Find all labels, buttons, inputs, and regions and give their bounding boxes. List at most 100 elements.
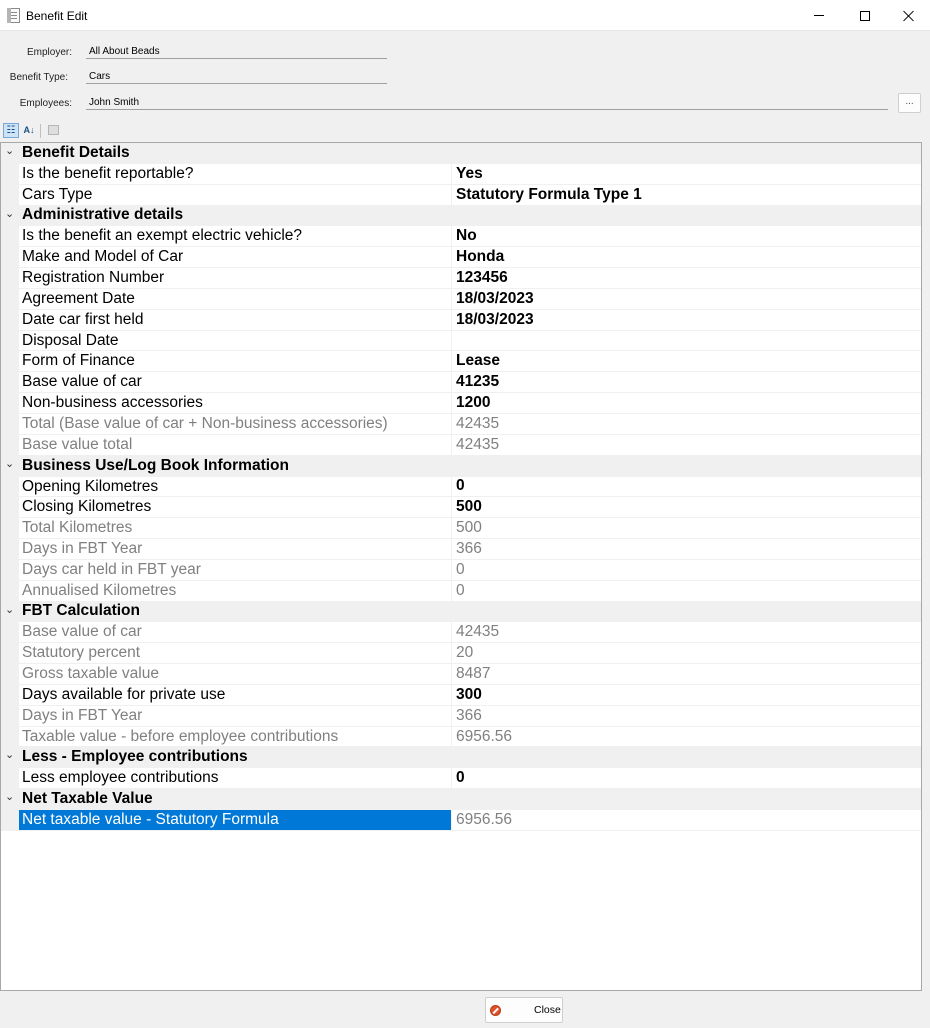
property-pages-icon[interactable] (45, 123, 61, 138)
property-value: 366 (456, 706, 482, 724)
toolbar-separator (40, 124, 41, 138)
property-name: Total Kilometres (19, 518, 452, 539)
minimize-icon (814, 15, 824, 16)
property-name: Net taxable value - Statutory Formula (19, 810, 452, 830)
category-row[interactable]: ⌄ FBT Calculation (1, 601, 921, 623)
property-row[interactable]: Agreement Date 18/03/2023 (1, 288, 921, 310)
property-value[interactable]: Lease (452, 351, 500, 371)
maximize-icon (860, 10, 870, 21)
property-row[interactable]: Days in FBT Year 366 (1, 539, 921, 560)
property-row[interactable]: Date car first held 18/03/2023 (1, 309, 921, 331)
close-button[interactable]: Close (485, 997, 563, 1023)
property-value[interactable]: 300 (452, 685, 482, 705)
row-gutter (1, 413, 19, 434)
property-row[interactable]: Base value of car 42435 (1, 622, 921, 644)
property-value[interactable]: Honda (452, 247, 504, 267)
property-row[interactable]: Annualised Kilometres 0 (1, 580, 921, 602)
category-row[interactable]: ⌄ Net Taxable Value (1, 789, 921, 810)
property-row[interactable]: Opening Kilometres 0 (1, 476, 921, 498)
category-label: Less - Employee contributions (22, 748, 248, 766)
property-row[interactable]: Disposal Date (1, 330, 921, 352)
collapse-chevron-icon[interactable]: ⌄ (5, 144, 14, 157)
row-gutter (1, 163, 19, 184)
property-row[interactable]: Net taxable value - Statutory Formula 695… (1, 810, 921, 831)
row-gutter (1, 580, 19, 601)
property-grid[interactable]: ⌄ Benefit Details Is the benefit reportabl… (0, 142, 922, 991)
property-value: 0 (456, 581, 465, 599)
property-row[interactable]: Days available for private use 300 (1, 684, 921, 706)
collapse-chevron-icon[interactable]: ⌄ (5, 748, 14, 761)
property-row[interactable]: Taxable value - before employee contribu… (1, 726, 921, 748)
property-name: Base value of car (19, 372, 452, 393)
maximize-button[interactable] (842, 0, 888, 31)
row-gutter (1, 684, 19, 705)
category-label: FBT Calculation (22, 602, 140, 620)
property-name: Days car held in FBT year (19, 559, 452, 580)
property-name: Cars Type (19, 184, 452, 205)
property-row[interactable]: Is the benefit reportable? Yes (1, 163, 921, 185)
property-row[interactable]: Form of Finance Lease (1, 351, 921, 373)
category-row[interactable]: ⌄ Benefit Details (1, 143, 921, 164)
benefit-type-field: Cars (86, 68, 387, 84)
property-value: 20 (456, 644, 474, 662)
property-row[interactable]: Base value of car 41235 (1, 372, 921, 394)
property-name: Days in FBT Year (19, 705, 452, 726)
category-row[interactable]: ⌄ Administrative details (1, 205, 921, 227)
property-value[interactable]: 1200 (452, 393, 490, 413)
property-value: 42435 (456, 623, 500, 641)
property-row[interactable]: Make and Model of Car Honda (1, 247, 921, 269)
row-gutter (1, 810, 19, 830)
browse-employees-button[interactable]: ... (898, 93, 921, 113)
property-name: Days in FBT Year (19, 539, 452, 559)
minimize-button[interactable] (796, 0, 842, 31)
close-circle-icon (490, 1004, 501, 1016)
alphabetical-sort-icon[interactable]: A↓ (21, 123, 37, 138)
property-value[interactable]: 123456 (452, 268, 508, 288)
category-row[interactable]: ⌄ Business Use/Log Book Information (1, 455, 921, 477)
property-row[interactable]: Days car held in FBT year 0 (1, 559, 921, 581)
property-value[interactable]: Yes (452, 164, 483, 184)
property-row[interactable]: Gross taxable value 8487 (1, 664, 921, 685)
property-value[interactable]: 18/03/2023 (452, 310, 534, 330)
property-row[interactable]: Registration Number 123456 (1, 268, 921, 289)
property-name: Closing Kilometres (19, 497, 452, 518)
property-name: Registration Number (19, 268, 452, 288)
row-gutter (1, 351, 19, 372)
property-row[interactable]: Statutory percent 20 (1, 643, 921, 665)
row-gutter (1, 309, 19, 330)
collapse-chevron-icon[interactable]: ⌄ (5, 457, 14, 470)
property-row[interactable]: Less employee contributions 0 (1, 768, 921, 790)
close-icon (903, 10, 915, 22)
property-row[interactable]: Cars Type Statutory Formula Type 1 (1, 184, 921, 206)
property-row[interactable]: Total Kilometres 500 (1, 518, 921, 540)
property-row[interactable]: Days in FBT Year 366 (1, 705, 921, 727)
property-value[interactable]: 18/03/2023 (452, 289, 534, 309)
collapse-chevron-icon[interactable]: ⌄ (5, 603, 14, 616)
category-row[interactable]: ⌄ Less - Employee contributions (1, 747, 921, 769)
property-value[interactable]: 41235 (452, 372, 499, 392)
window-close-button[interactable] (886, 0, 930, 31)
property-value[interactable]: Statutory Formula Type 1 (452, 185, 642, 205)
benefit-type-label: Benefit Type: (9, 72, 68, 83)
property-row[interactable]: Total (Base value of car + Non-business … (1, 413, 921, 435)
category-label: Net Taxable Value (22, 790, 153, 808)
categorized-view-icon[interactable]: ☷ (3, 123, 19, 138)
property-row[interactable]: Is the benefit an exempt electric vehicl… (1, 226, 921, 248)
property-value[interactable]: 0 (452, 476, 465, 496)
close-button-label: Close (534, 1004, 561, 1016)
row-gutter (1, 372, 19, 393)
property-value[interactable]: 0 (452, 768, 465, 788)
collapse-chevron-icon[interactable]: ⌄ (5, 790, 14, 803)
property-name: Annualised Kilometres (19, 580, 452, 601)
row-gutter (1, 622, 19, 643)
property-name: Statutory percent (19, 643, 452, 664)
property-value[interactable]: No (452, 226, 477, 246)
property-row[interactable]: Closing Kilometres 500 (1, 497, 921, 519)
collapse-chevron-icon[interactable]: ⌄ (5, 207, 14, 220)
property-name: Base value total (19, 434, 452, 455)
property-value[interactable]: 500 (452, 497, 482, 517)
property-row[interactable]: Non-business accessories 1200 (1, 393, 921, 414)
property-row[interactable]: Base value total 42435 (1, 434, 921, 456)
employer-field: All About Beads (86, 43, 387, 59)
row-gutter (1, 434, 19, 455)
